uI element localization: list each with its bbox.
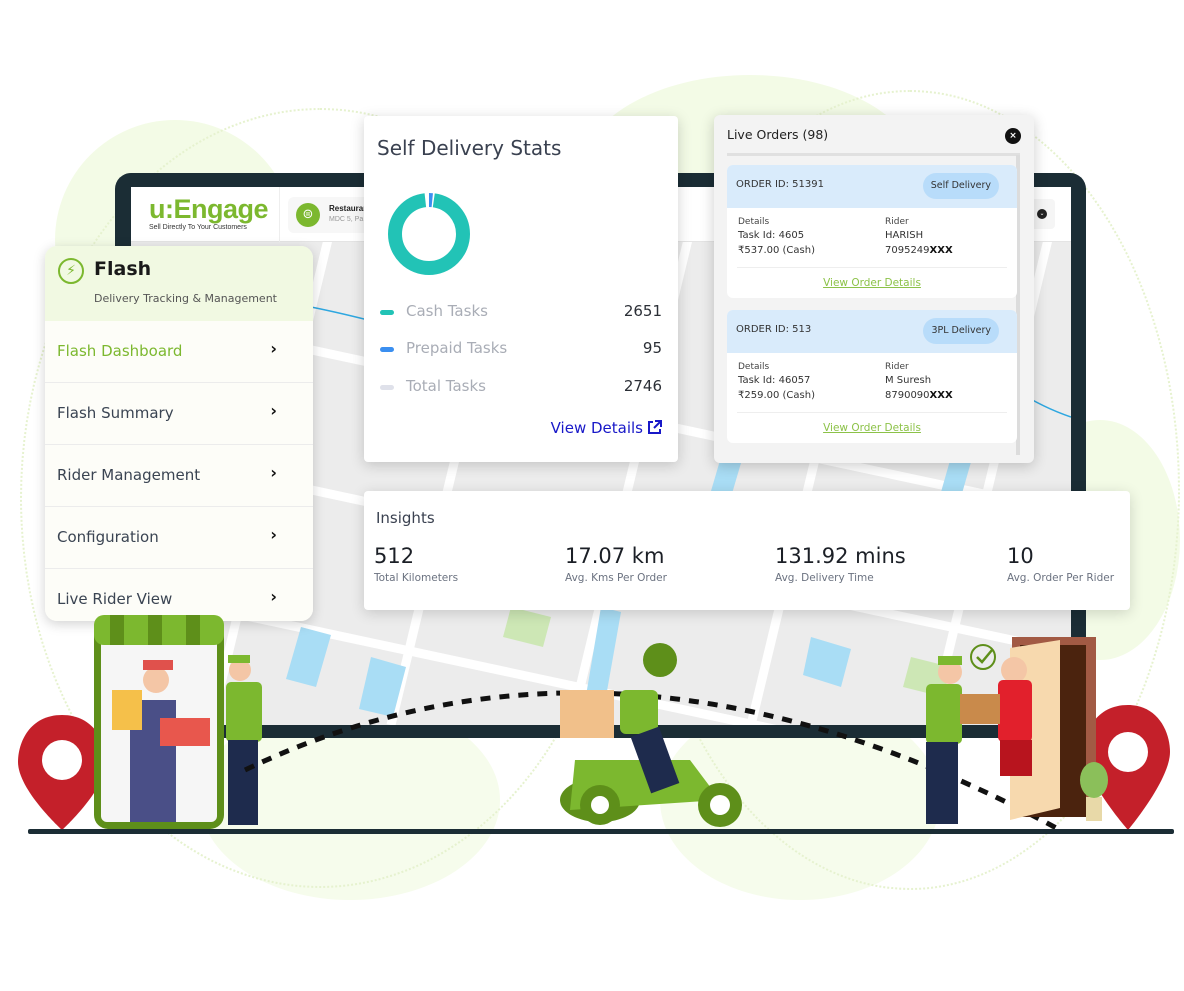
chevron-right-icon: › <box>270 401 277 420</box>
legend-value: 2746 <box>623 377 662 395</box>
delivery-type-badge: Self Delivery <box>922 173 999 199</box>
flash-header: ⚡ Flash Delivery Tracking & Management <box>45 246 313 321</box>
order-header: ORDER ID: 513 3PL Delivery <box>727 310 1017 353</box>
flash-title: Flash <box>94 258 152 280</box>
live-orders-panel: Live Orders (98) × ORDER ID: 51391 Self … <box>714 115 1034 463</box>
self-delivery-stats-card: Self Delivery Stats Cash Tasks 2651 Prep… <box>364 116 678 462</box>
metric-avg-kms-per-order: 17.07 km Avg. Kms Per Order <box>565 543 667 584</box>
divider <box>737 412 1007 413</box>
rider-phone: 8790090XXX <box>885 388 953 403</box>
legend-value: 2651 <box>623 302 662 320</box>
view-order-details-link[interactable]: View Order Details <box>727 413 1017 443</box>
menu-item-label: Flash Dashboard <box>57 342 183 360</box>
order-header: ORDER ID: 51391 Self Delivery <box>727 165 1017 208</box>
metric-total-kilometers: 512 Total Kilometers <box>374 543 458 584</box>
rider-details: Rider M Suresh 8790090XXX <box>885 361 953 403</box>
order-amount: ₹259.00 (Cash) <box>738 390 815 401</box>
order-body: Details Task Id: 4605 ₹537.00 (Cash) Rid… <box>727 208 1017 268</box>
metric-avg-delivery-time: 131.92 mins Avg. Delivery Time <box>775 543 906 584</box>
view-details-link[interactable]: View Details <box>551 419 662 437</box>
rider-phone: 7095249XXX <box>885 243 953 258</box>
brand-logo[interactable]: u:Engage Sell Directly To Your Customers <box>149 194 269 231</box>
lightning-bolt-icon: ⚡ <box>58 258 84 284</box>
menu-item-rider-management[interactable]: Rider Management › <box>45 445 313 507</box>
menu-item-label: Live Rider View <box>57 590 173 608</box>
phone-prefix: 7095249 <box>885 245 930 256</box>
chevron-right-icon: › <box>270 339 277 358</box>
flash-subtitle: Delivery Tracking & Management <box>94 292 277 305</box>
task-id: Task Id: 4605 <box>738 230 805 241</box>
legend-label: Cash Tasks <box>406 302 488 320</box>
divider <box>737 267 1007 268</box>
legend-swatch <box>380 347 394 352</box>
phone-mask: XXX <box>929 390 953 401</box>
menu-item-label: Rider Management <box>57 466 201 484</box>
metric-avg-order-per-rider: 10 Avg. Order Per Rider <box>1007 543 1114 584</box>
view-order-details-link[interactable]: View Order Details <box>727 268 1017 298</box>
metric-label: Avg. Kms Per Order <box>565 572 667 584</box>
legend-swatch <box>380 385 394 390</box>
chevron-down-circle-icon[interactable]: ⌄ <box>1037 209 1047 219</box>
order-details: Details Task Id: 4605 ₹537.00 (Cash) <box>738 216 815 258</box>
legend-total-tasks: Total Tasks 2746 <box>380 377 662 399</box>
legend-label: Prepaid Tasks <box>406 339 508 357</box>
external-link-icon <box>648 420 662 434</box>
live-orders-title: Live Orders (98) <box>727 127 829 142</box>
brand-name: u:Engage <box>149 194 269 224</box>
chevron-right-icon: › <box>270 587 277 606</box>
metric-value: 131.92 mins <box>775 544 906 568</box>
rider-label: Rider <box>885 217 909 227</box>
menu-item-flash-dashboard[interactable]: Flash Dashboard › <box>45 321 313 383</box>
task-id: Task Id: 46057 <box>738 375 811 386</box>
order-details: Details Task Id: 46057 ₹259.00 (Cash) <box>738 361 815 403</box>
rider-label: Rider <box>885 362 909 372</box>
legend-prepaid-tasks: Prepaid Tasks 95 <box>380 339 662 361</box>
order-id: ORDER ID: 513 <box>736 324 812 335</box>
menu-item-flash-summary[interactable]: Flash Summary › <box>45 383 313 445</box>
menu-item-configuration[interactable]: Configuration › <box>45 507 313 569</box>
insights-card: Insights 512 Total Kilometers 17.07 km A… <box>364 491 1130 610</box>
delivery-type-badge: 3PL Delivery <box>923 318 999 344</box>
restaurant-address: MDC 5, Pa <box>329 216 364 223</box>
rider-details: Rider HARISH 7095249XXX <box>885 216 953 258</box>
insights-title: Insights <box>376 509 435 527</box>
order-body: Details Task Id: 46057 ₹259.00 (Cash) Ri… <box>727 353 1017 413</box>
rider-name: HARISH <box>885 230 924 241</box>
menu-item-live-rider-view[interactable]: Live Rider View › <box>45 569 313 621</box>
view-details-label: View Details <box>550 419 643 437</box>
divider <box>727 153 1020 156</box>
metric-value: 512 <box>374 544 415 568</box>
metric-label: Avg. Delivery Time <box>775 572 874 584</box>
donut-slice-cash-tasks <box>388 193 470 275</box>
donut-chart <box>388 193 470 275</box>
menu-item-label: Configuration <box>57 528 159 546</box>
header-divider <box>279 187 280 242</box>
restaurant-icon: ⊜ <box>296 203 320 227</box>
menu-item-label: Flash Summary <box>57 404 174 422</box>
stats-title: Self Delivery Stats <box>377 136 562 160</box>
phone-mask: XXX <box>929 245 953 256</box>
order-amount: ₹537.00 (Cash) <box>738 245 815 256</box>
metric-label: Total Kilometers <box>374 572 459 584</box>
chevron-right-icon: › <box>270 463 277 482</box>
metric-label: Avg. Order Per Rider <box>1007 572 1115 584</box>
phone-prefix: 8790090 <box>885 390 930 401</box>
flash-menu-card: ⚡ Flash Delivery Tracking & Management F… <box>45 246 313 621</box>
legend-label: Total Tasks <box>406 377 486 395</box>
close-icon[interactable]: × <box>1005 128 1021 144</box>
legend-cash-tasks: Cash Tasks 2651 <box>380 302 662 324</box>
brand-tagline: Sell Directly To Your Customers <box>149 224 247 231</box>
metric-value: 10 <box>1007 544 1034 568</box>
details-label: Details <box>738 217 770 227</box>
chevron-right-icon: › <box>270 525 277 544</box>
legend-swatch <box>380 310 394 315</box>
metric-value: 17.07 km <box>565 544 665 568</box>
order-id: ORDER ID: 51391 <box>736 179 824 190</box>
ground-line <box>28 829 1174 834</box>
order-card[interactable]: ORDER ID: 51391 Self Delivery Details Ta… <box>727 165 1017 298</box>
details-label: Details <box>738 362 770 372</box>
order-card[interactable]: ORDER ID: 513 3PL Delivery Details Task … <box>727 310 1017 443</box>
legend-value: 95 <box>642 339 662 357</box>
rider-name: M Suresh <box>885 375 932 386</box>
